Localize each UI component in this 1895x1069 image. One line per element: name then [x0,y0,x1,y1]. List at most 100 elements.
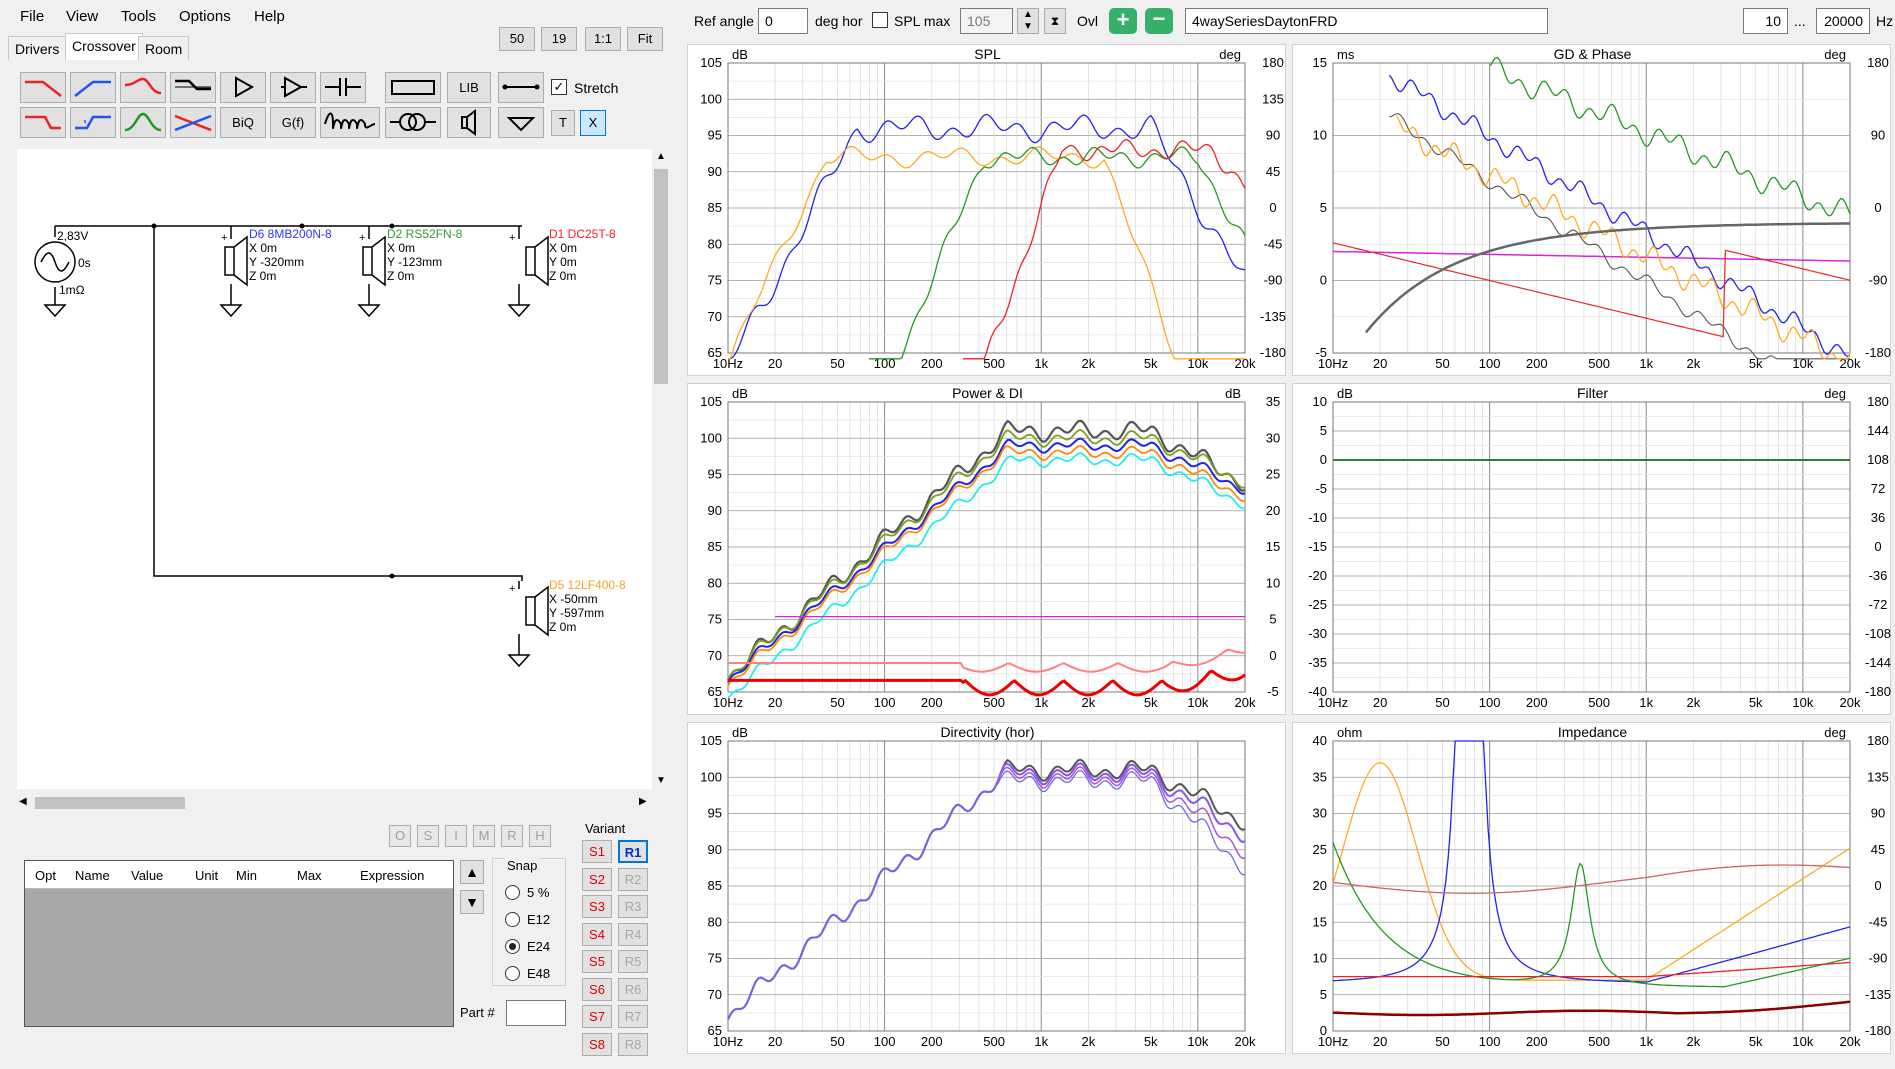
highpass-step-button[interactable] [70,107,116,138]
buffer-button[interactable] [220,72,266,103]
menu-tools[interactable]: Tools [121,8,156,25]
spl-max-input[interactable]: 105 [960,8,1013,34]
driver-d2-label[interactable]: D2 RS52FN-8 X 0m Y -123mm Z 0m [387,227,462,283]
scroll-up-icon[interactable]: ▲ [656,151,666,162]
ground-button[interactable] [498,107,544,138]
mini-o-button[interactable]: O [389,825,411,847]
add-overlay-button[interactable]: + [1109,8,1137,34]
lowpass-red-button[interactable] [20,72,66,103]
col-unit[interactable]: Unit [195,868,218,883]
resistor-button[interactable] [385,72,441,103]
variant-r3-button[interactable]: R3 [618,895,648,918]
notch-button[interactable] [170,107,216,138]
project-name-input[interactable]: 4waySeriesDaytonFRD [1185,8,1548,34]
crossover-schematic[interactable]: + + + + 2,83V 0s 1mΩ D6 8MB200N-8 X 0m Y… [17,149,652,789]
scroll-thumb[interactable] [35,797,185,809]
biquad-button[interactable]: BiQ [220,107,266,138]
amplifier-button[interactable] [270,72,316,103]
spl-max-checkbox[interactable] [872,12,888,28]
variant-s3-button[interactable]: S3 [582,895,612,918]
x-tick: 5k [1749,695,1763,710]
spl-stepper[interactable]: ▲ ▼ [1017,8,1039,34]
spl-reset-button[interactable]: ⧗ [1044,8,1066,34]
driver-d5-label[interactable]: D5 12LF400-8 X -50mm Y -597mm Z 0m [549,578,626,634]
mini-h-button[interactable]: H [529,825,551,847]
remove-overlay-button[interactable]: − [1145,8,1173,34]
variant-r6-button[interactable]: R6 [618,977,648,1001]
freq-min-input[interactable]: 10 [1743,8,1788,34]
plot-spl[interactable]: 105 100 95 90 85 80 75 70 65 180 135 90 45 0 -45 -90 -13… [687,44,1286,376]
scroll-thumb[interactable] [654,169,668,384]
fit-button[interactable]: Fit [627,27,663,51]
variant-s7-button[interactable]: S7 [582,1005,612,1028]
mini-r-button[interactable]: R [501,825,523,847]
plot-gd-phase[interactable]: 15 10 5 0 -5 180 90 0 -90 -180 10Hz 20 50 100 200 500 1k… [1292,44,1891,376]
scroll-down-icon[interactable]: ▼ [656,775,666,786]
ground-icon [506,117,536,132]
variant-r1-button[interactable]: R1 [618,840,648,863]
move-down-button[interactable]: ▼ [460,890,484,914]
scroll-left-icon[interactable]: ◀ [19,796,27,807]
variant-s2-button[interactable]: S2 [582,867,612,891]
driver-d1-label[interactable]: D1 DC25T-8 X 0m Y 0m Z 0m [549,227,616,283]
y-tick-right: 180 [1262,55,1284,70]
capacitor-button[interactable] [320,72,366,103]
ref-angle-input[interactable]: 0 [758,8,808,34]
inductor-button[interactable] [320,107,380,138]
driver-button[interactable] [447,107,491,138]
plot-directivity-hor[interactable]: 105 100 95 90 85 80 75 70 65 10Hz 20 50 100 200 500 1k 2… [687,722,1286,1054]
col-opt[interactable]: Opt [35,868,56,883]
variant-r7-button[interactable]: R7 [618,1005,648,1028]
scroll-right-icon[interactable]: ▶ [639,796,647,807]
zoom-19-button[interactable]: 19 [541,27,577,51]
mini-m-button[interactable]: M [473,825,495,847]
driver-d6-label[interactable]: D6 8MB200N-8 X 0m Y -320mm Z 0m [249,227,332,283]
variant-s5-button[interactable]: S5 [582,950,612,973]
shelf-button[interactable] [170,72,216,103]
mini-s-button[interactable]: S [417,825,439,847]
col-min[interactable]: Min [236,868,257,883]
variant-r8-button[interactable]: R8 [618,1032,648,1056]
plot-power-di[interactable]: 105 100 95 90 85 80 75 70 65 35 30 25 20 15 10 5 0 -5 10Hz… [687,383,1286,715]
tab-drivers[interactable]: Drivers [8,36,67,60]
schematic-vertical-scrollbar[interactable]: ▲ ▼ [652,149,670,789]
menu-help[interactable]: Help [254,8,285,25]
tab-room[interactable]: Room [138,36,190,60]
move-up-button[interactable]: ▲ [460,860,484,884]
transfer-function-button[interactable]: G(f) [270,107,316,138]
zoom-50-button[interactable]: 50 [499,27,535,51]
variant-r5-button[interactable]: R5 [618,950,648,973]
col-value[interactable]: Value [131,868,163,883]
variant-r2-button[interactable]: R2 [618,867,648,891]
mini-i-button[interactable]: I [445,825,467,847]
col-max[interactable]: Max [297,868,322,883]
zoom-1to1-button[interactable]: 1:1 [585,27,621,51]
lowpass-allpass-button[interactable] [20,107,66,138]
text-button[interactable]: T [551,110,575,136]
tab-crossover[interactable]: Crossover [65,33,143,60]
variant-s4-button[interactable]: S4 [582,922,612,946]
parameter-table[interactable]: Opt Name Value Unit Min Max Expression [24,860,454,1027]
variant-s6-button[interactable]: S6 [582,977,612,1001]
delete-button[interactable]: X [580,110,606,136]
variant-s1-button[interactable]: S1 [582,840,612,863]
menu-options[interactable]: Options [179,8,231,25]
col-expression[interactable]: Expression [360,868,424,883]
bandpass-button[interactable] [120,107,166,138]
part-number-input[interactable] [506,1000,566,1026]
library-button[interactable]: LIB [447,72,491,103]
wire-button[interactable] [498,72,544,103]
schematic-horizontal-scrollbar[interactable]: ◀ ▶ [17,794,652,812]
plot-impedance[interactable]: 40 35 30 25 20 15 10 5 0 180 135 90 45 0 -45 -90 -135 -18… [1292,722,1891,1054]
menu-file[interactable]: File [20,8,44,25]
plot-filter[interactable]: 10 5 0 -5 -10 -15 -20 -25 -30 -35 -40 180 144 108 72 36… [1292,383,1891,715]
peaking-red-button[interactable] [120,72,166,103]
menu-view[interactable]: View [66,8,98,25]
freq-max-input[interactable]: 20000 [1816,8,1870,34]
transformer-button[interactable] [385,107,441,138]
variant-s8-button[interactable]: S8 [582,1032,612,1056]
highpass-blue-button[interactable] [70,72,116,103]
col-name[interactable]: Name [75,868,110,883]
variant-r4-button[interactable]: R4 [618,922,648,946]
stretch-checkbox[interactable]: ✓ [551,79,567,95]
